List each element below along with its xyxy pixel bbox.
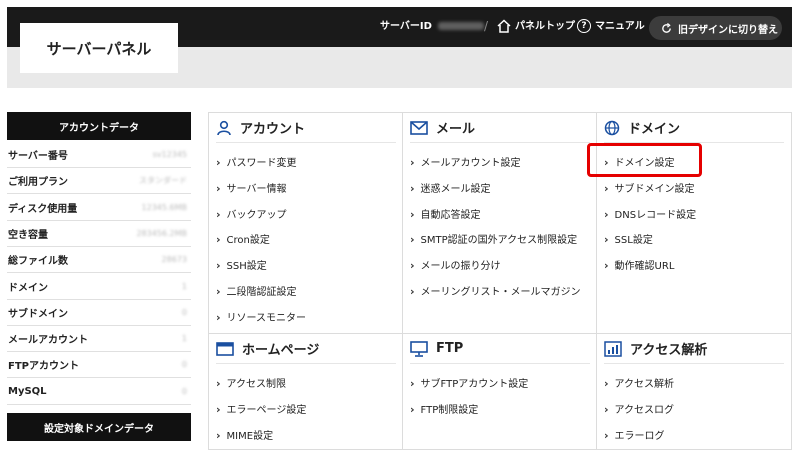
sidebar-row-value: 0: [181, 307, 187, 317]
refresh-icon: [662, 22, 671, 33]
globe-icon: [604, 120, 620, 135]
sidebar-row-label: サーバー番号: [8, 151, 68, 162]
column-divider: [402, 112, 403, 450]
sidebar-row: MySQL 0: [7, 379, 191, 405]
menu-link-account[interactable]: バックアップ: [216, 206, 287, 221]
section-analytics-title: アクセス解析: [630, 343, 708, 358]
server-id: サーバーID: [380, 19, 484, 35]
section-analytics-header: アクセス解析: [604, 334, 784, 364]
section-mail-title: メール: [436, 122, 476, 137]
sidebar-row-value: sv12345: [152, 150, 187, 159]
domain-settings-highlight: [587, 143, 702, 177]
sidebar-row: ドメイン 1: [7, 274, 191, 300]
sidebar-row: サーバー番号 sv12345: [7, 142, 191, 168]
section-account-header: アカウント: [216, 113, 396, 143]
sidebar-row-value: 28673: [161, 255, 187, 265]
sidebar-row-label: FTPアカウント: [8, 361, 79, 373]
sidebar-row-value: 1: [181, 281, 187, 291]
manual-link[interactable]: マニュアル: [595, 19, 645, 35]
menu-link-homepage[interactable]: エラーページ設定: [216, 401, 307, 416]
menu-link-mail[interactable]: 自動応答設定: [410, 206, 481, 221]
menu-link-account[interactable]: パスワード変更: [216, 154, 297, 169]
menu-link-mail[interactable]: メーリングリスト・メールマガジン: [410, 283, 581, 298]
menu-link-account[interactable]: SSH設定: [216, 257, 267, 272]
section-homepage-title: ホームページ: [242, 343, 320, 358]
sidebar-row-label: 総ファイル数: [8, 256, 68, 268]
menu-link-analytics[interactable]: アクセスログ: [604, 401, 675, 416]
sidebar-row-value: 0: [181, 386, 187, 396]
sidebar-row-label: サブドメイン: [8, 308, 68, 320]
menu-link-account[interactable]: 二段階認証設定: [216, 283, 297, 298]
menu-link-domain[interactable]: DNSレコード設定: [604, 206, 697, 221]
menu-link-domain[interactable]: サブドメイン設定: [604, 180, 695, 195]
menu-link-analytics[interactable]: アクセス解析: [604, 375, 675, 390]
panel-top-link[interactable]: パネルトップ: [515, 19, 575, 35]
sidebar-row: ディスク使用量 12345.6MB: [7, 195, 191, 221]
home-icon[interactable]: [496, 19, 512, 33]
account-data-heading: アカウントデータ: [7, 112, 191, 140]
menu-link-account[interactable]: Cron設定: [216, 231, 270, 246]
sidebar-row-label: 空き容量: [8, 229, 48, 241]
menu-link-account[interactable]: リソースモニター: [216, 309, 307, 324]
sidebar-row: サブドメイン 0: [7, 300, 191, 326]
sidebar-row-label: メールアカウント: [8, 335, 88, 347]
section-domain-header: ドメイン: [604, 113, 784, 143]
menu-link-mail[interactable]: SMTP認証の国外アクセス制限設定: [410, 231, 578, 246]
domain-data-heading: 設定対象ドメインデータ: [7, 413, 191, 441]
sidebar-row-value: スタンダード: [139, 176, 187, 186]
sidebar-row-value: 12345.6MB: [141, 202, 187, 212]
menu-link-ftp[interactable]: サブFTPアカウント設定: [410, 375, 529, 390]
sidebar-row: 空き容量 283456.2MB: [7, 221, 191, 247]
sidebar-row-value: 0: [181, 360, 187, 370]
section-domain-title: ドメイン: [628, 122, 681, 137]
menu-link-mail[interactable]: メールの振り分け: [410, 257, 501, 272]
menu-link-mail[interactable]: 迷惑メール設定: [410, 180, 491, 195]
sidebar-row-label: ご利用プラン: [8, 177, 68, 189]
section-mail-header: メール: [410, 113, 590, 143]
page-title: サーバーパネル: [20, 23, 178, 73]
sidebar-row: 総ファイル数 28673: [7, 247, 191, 274]
sidebar-row: FTPアカウント 0: [7, 352, 191, 379]
help-icon[interactable]: ?: [577, 19, 591, 33]
section-ftp-title: FTP: [436, 341, 464, 356]
sidebar-row: メールアカウント 1: [7, 326, 191, 353]
section-account-title: アカウント: [240, 122, 306, 137]
switch-old-design-button[interactable]: 旧デザインに切り替え: [649, 16, 782, 40]
header-separator: /: [484, 19, 489, 33]
section-ftp-header: FTP: [410, 334, 590, 364]
sidebar-row-value: 283456.2MB: [136, 228, 187, 238]
section-homepage-header: ホームページ: [216, 334, 396, 364]
user-icon: [217, 120, 231, 135]
monitor-icon: [410, 340, 428, 357]
menu-link-domain[interactable]: SSL設定: [604, 231, 653, 246]
menu-link-ftp[interactable]: FTP制限設定: [410, 401, 479, 416]
menu-link-domain[interactable]: 動作確認URL: [604, 257, 675, 272]
menu-link-analytics[interactable]: エラーログ: [604, 427, 665, 442]
sidebar-row-label: ドメイン: [8, 282, 48, 294]
sidebar-row-label: ディスク使用量: [8, 203, 78, 215]
server-id-value: [437, 22, 484, 30]
menu-link-mail[interactable]: メールアカウント設定: [410, 154, 521, 169]
switch-old-design-label: 旧デザインに切り替え: [678, 24, 778, 36]
sidebar-row-value: 1: [181, 334, 187, 344]
browser-window-icon: [216, 341, 234, 356]
menu-link-account[interactable]: サーバー情報: [216, 180, 287, 195]
menu-link-homepage[interactable]: アクセス制限: [216, 375, 287, 390]
sidebar-row: ご利用プラン スタンダード: [7, 168, 191, 195]
bar-chart-icon: [604, 340, 622, 357]
mail-icon: [410, 120, 428, 135]
server-id-label: サーバーID: [380, 21, 432, 32]
sidebar-row-label: MySQL: [8, 385, 47, 397]
menu-link-homepage[interactable]: MIME設定: [216, 427, 274, 442]
